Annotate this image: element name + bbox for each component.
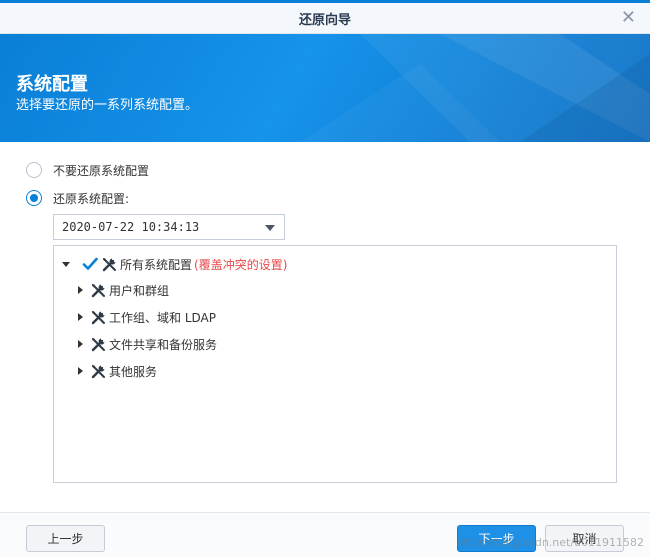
select-value: 2020-07-22 10:34:13 [62,220,200,234]
option-no-restore[interactable]: 不要还原系统配置 [26,161,149,179]
checkbox-checked-icon[interactable] [82,256,98,272]
expand-arrow-icon[interactable] [78,286,83,294]
option-restore-label: 还原系统配置: [53,191,130,206]
watermark: https://blog.csdn.net/u011911582 [456,536,644,549]
tree-item-users[interactable]: 用户和群组 [78,280,169,300]
tree-item-label: 用户和群组 [109,283,170,298]
tree-root[interactable]: 所有系统配置 (覆盖冲突的设置) [62,254,287,274]
tree-root-note: (覆盖冲突的设置) [194,257,288,272]
close-icon[interactable]: ✕ [621,7,636,29]
tools-icon [91,337,105,351]
collapse-arrow-icon[interactable] [62,261,70,267]
tools-icon [91,310,105,324]
tree-item-other-services[interactable]: 其他服务 [78,361,157,381]
banner-subtitle: 选择要还原的一系列系统配置。 [16,98,199,113]
chevron-down-icon[interactable] [265,225,275,231]
tree-item-label: 工作组、域和 LDAP [109,310,216,325]
footer-bar: 上一步 下一步 取消 https://blog.csdn.net/u011911… [0,512,650,557]
tree-root-label: 所有系统配置 [120,257,193,272]
tools-icon [91,283,105,297]
backup-version-select[interactable]: 2020-07-22 10:34:13 [53,214,285,240]
option-no-restore-label: 不要还原系统配置 [53,163,150,178]
tree-item-label: 其他服务 [109,364,158,379]
expand-arrow-icon[interactable] [78,367,83,375]
radio-restore[interactable] [26,190,42,206]
option-restore[interactable]: 还原系统配置: [26,189,129,207]
banner-decoration [300,34,650,142]
title-bar: 还原向导 ✕ [0,0,650,34]
config-tree: 所有系统配置 (覆盖冲突的设置) 用户和群组 工作组、域和 LDAP 文件共享和… [53,245,617,483]
tree-item-label: 文件共享和备份服务 [109,337,218,352]
header-banner: 系统配置 选择要还原的一系列系统配置。 [0,34,650,142]
prev-button[interactable]: 上一步 [26,525,105,552]
expand-arrow-icon[interactable] [78,313,83,321]
tree-item-ldap[interactable]: 工作组、域和 LDAP [78,307,216,327]
tools-icon [91,364,105,378]
expand-arrow-icon[interactable] [78,340,83,348]
tree-item-file-sharing[interactable]: 文件共享和备份服务 [78,334,217,354]
radio-no-restore[interactable] [26,162,42,178]
tools-icon [102,257,116,271]
window-title: 还原向导 [298,13,351,28]
banner-title: 系统配置 [16,74,88,95]
